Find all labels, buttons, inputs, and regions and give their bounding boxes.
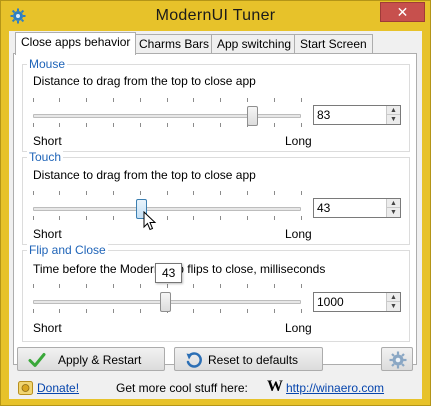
mouse-min-label: Short bbox=[33, 134, 62, 148]
reset-defaults-label: Reset to defaults bbox=[208, 353, 299, 367]
apply-restart-button[interactable]: Apply & Restart bbox=[17, 347, 165, 371]
spin-up-icon[interactable]: ▲ bbox=[387, 293, 400, 302]
touch-max-label: Long bbox=[285, 227, 312, 241]
mouse-value[interactable]: 83 bbox=[317, 108, 330, 122]
spin-down-icon[interactable]: ▼ bbox=[387, 115, 400, 124]
group-title-touch: Touch bbox=[27, 150, 64, 164]
close-icon: ✕ bbox=[396, 4, 409, 20]
mouse-group: Mouse Distance to drag from the top to c… bbox=[22, 57, 410, 152]
tab-app-switching[interactable]: App switching bbox=[211, 34, 298, 54]
tab-label: Charms Bars bbox=[139, 37, 210, 51]
mouse-pointer-icon bbox=[143, 210, 157, 231]
mouse-slider-thumb[interactable] bbox=[247, 106, 258, 126]
touch-slider-track[interactable] bbox=[33, 207, 301, 211]
mouse-max-label: Long bbox=[285, 134, 312, 148]
flip-value-spinner[interactable]: 1000 ▲ ▼ bbox=[313, 292, 401, 312]
group-title-flip-close: Flip and Close bbox=[27, 243, 108, 257]
spin-down-icon[interactable]: ▼ bbox=[387, 208, 400, 217]
tab-panel-close-apps: Mouse Distance to drag from the top to c… bbox=[13, 53, 417, 365]
flip-spinner-buttons: ▲ ▼ bbox=[386, 293, 400, 311]
app-window: ModernUI Tuner ✕ Close apps behavior Cha… bbox=[0, 0, 431, 406]
flip-value[interactable]: 1000 bbox=[317, 295, 344, 309]
winaero-link[interactable]: http://winaero.com bbox=[286, 381, 384, 395]
flip-close-group: Flip and Close Time before the Modern ap… bbox=[22, 243, 410, 342]
mouse-value-spinner[interactable]: 83 ▲ ▼ bbox=[313, 105, 401, 125]
group-title-mouse: Mouse bbox=[27, 57, 68, 71]
mouse-description: Distance to drag from the top to close a… bbox=[33, 74, 256, 88]
touch-value-spinner[interactable]: 43 ▲ ▼ bbox=[313, 198, 401, 218]
checkmark-icon bbox=[28, 351, 46, 369]
settings-button[interactable] bbox=[381, 347, 413, 371]
donate-icon bbox=[18, 381, 33, 395]
donate-link[interactable]: Donate! bbox=[37, 381, 79, 395]
reset-defaults-button[interactable]: Reset to defaults bbox=[174, 347, 323, 371]
window-title: ModernUI Tuner bbox=[155, 7, 276, 24]
tab-label: App switching bbox=[217, 37, 292, 51]
mouse-slider-track[interactable] bbox=[33, 114, 301, 118]
undo-arrow-icon bbox=[185, 351, 203, 369]
flip-min-label: Short bbox=[33, 321, 62, 335]
touch-value[interactable]: 43 bbox=[317, 201, 330, 215]
gear-icon bbox=[389, 351, 407, 372]
tab-label: Start Screen bbox=[300, 37, 367, 51]
mouse-spinner-buttons: ▲ ▼ bbox=[386, 106, 400, 124]
tab-close-apps-behavior[interactable]: Close apps behavior bbox=[15, 32, 137, 55]
title-bar[interactable]: ModernUI Tuner ✕ bbox=[1, 1, 430, 31]
tab-charms-bars[interactable]: Charms Bars bbox=[133, 34, 216, 54]
spin-up-icon[interactable]: ▲ bbox=[387, 199, 400, 208]
flip-max-label: Long bbox=[285, 321, 312, 335]
tab-start-screen[interactable]: Start Screen bbox=[294, 34, 373, 54]
spin-down-icon[interactable]: ▼ bbox=[387, 302, 400, 311]
touch-group: Touch Distance to drag from the top to c… bbox=[22, 150, 410, 245]
close-button[interactable]: ✕ bbox=[380, 2, 425, 22]
apply-restart-label: Apply & Restart bbox=[58, 353, 142, 367]
tab-label: Close apps behavior bbox=[21, 35, 131, 49]
touch-min-label: Short bbox=[33, 227, 62, 241]
client-area: Close apps behavior Charms Bars App swit… bbox=[9, 31, 422, 399]
touch-spinner-buttons: ▲ ▼ bbox=[386, 199, 400, 217]
winaero-logo: W bbox=[267, 378, 283, 395]
promo-text: Get more cool stuff here: bbox=[116, 381, 248, 395]
flip-slider-thumb[interactable] bbox=[160, 292, 171, 312]
spin-up-icon[interactable]: ▲ bbox=[387, 106, 400, 115]
slider-value-tooltip: 43 bbox=[155, 263, 183, 283]
touch-description: Distance to drag from the top to close a… bbox=[33, 168, 256, 182]
